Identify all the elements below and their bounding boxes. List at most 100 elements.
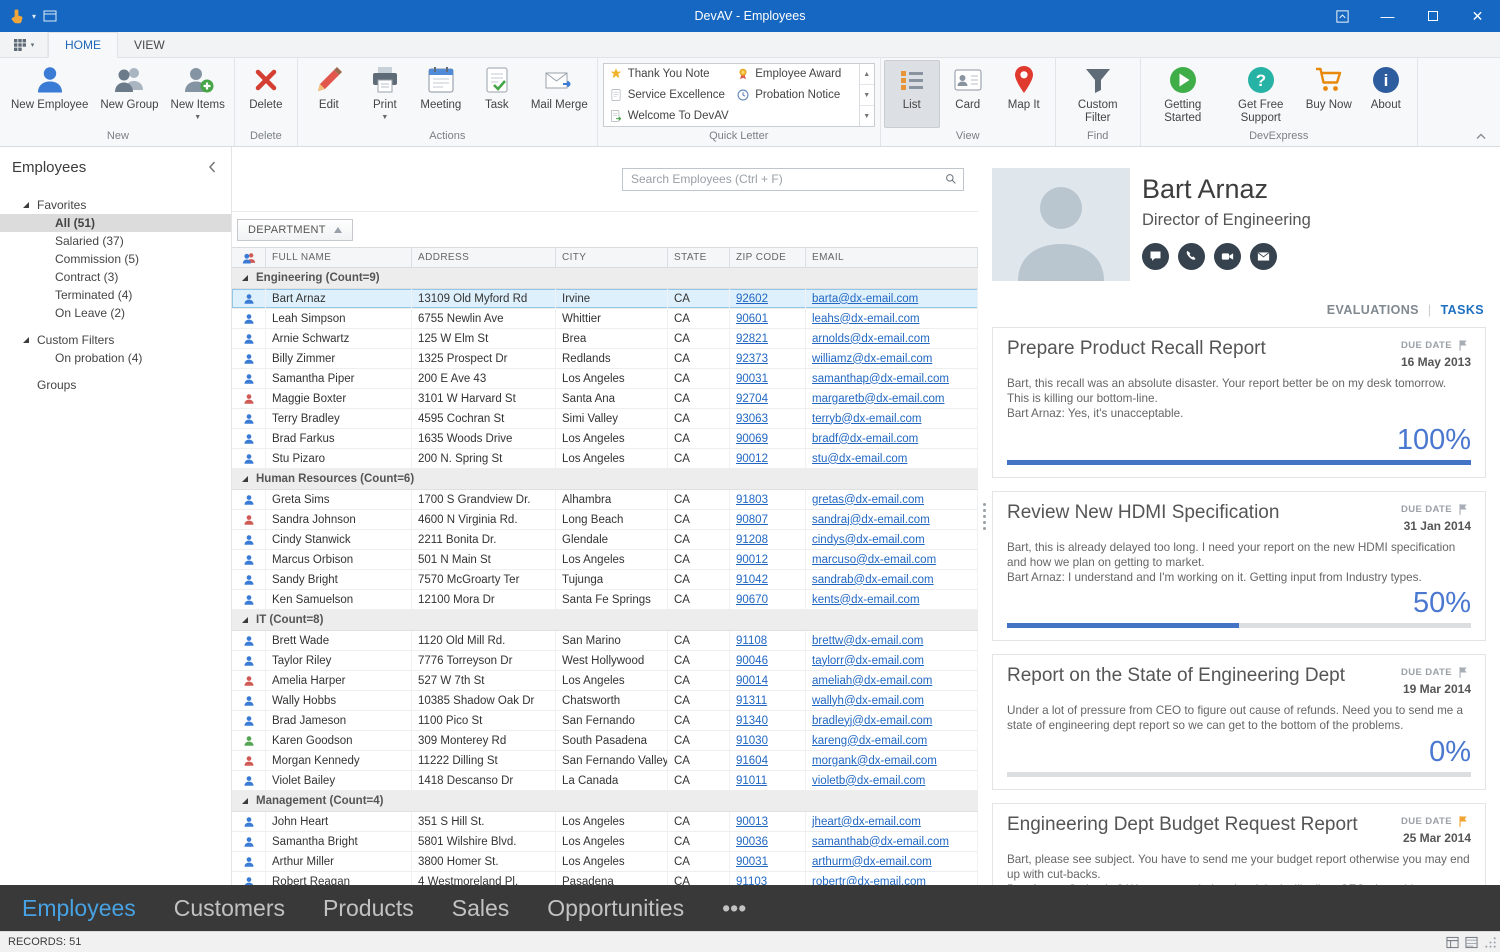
zip-link[interactable]: 90601: [736, 313, 768, 325]
nav-products[interactable]: Products: [323, 895, 414, 922]
employee-row-bart-arnaz[interactable]: Bart Arnaz13109 Old Myford RdIrvineCA926…: [232, 289, 978, 309]
zip-link[interactable]: 92373: [736, 353, 768, 365]
ribbon-tab-view[interactable]: VIEW: [118, 32, 181, 57]
column-header-state[interactable]: STATE: [668, 248, 730, 267]
employee-row-brad-jameson[interactable]: Brad Jameson1100 Pico StSan FernandoCA91…: [232, 711, 978, 731]
column-header-email[interactable]: EMAIL: [806, 248, 978, 267]
ribbon-button-about[interactable]: iAbout: [1358, 60, 1414, 128]
column-header-full-name[interactable]: FULL NAME: [266, 248, 412, 267]
video-call-button[interactable]: [1214, 243, 1241, 270]
zip-link[interactable]: 90031: [736, 373, 768, 385]
zip-link[interactable]: 92602: [736, 293, 768, 305]
email-link[interactable]: kareng@dx-email.com: [812, 735, 927, 747]
email-link[interactable]: bradleyj@dx-email.com: [812, 715, 932, 727]
maximize-button[interactable]: [1410, 0, 1455, 32]
ribbon-tab-home[interactable]: HOME: [48, 32, 118, 58]
column-header-city[interactable]: CITY: [556, 248, 668, 267]
ribbon-button-task[interactable]: Task: [469, 60, 525, 128]
email-button[interactable]: [1250, 243, 1277, 270]
employee-row-brett-wade[interactable]: Brett Wade1120 Old Mill Rd.San MarinoCA9…: [232, 631, 978, 651]
zip-link[interactable]: 91030: [736, 735, 768, 747]
email-link[interactable]: stu@dx-email.com: [812, 453, 907, 465]
zip-link[interactable]: 91103: [736, 876, 767, 886]
detail-tab-evaluations[interactable]: EVALUATIONS: [1327, 303, 1419, 317]
group-row-engineering-count-9[interactable]: Engineering (Count=9): [232, 268, 978, 289]
quick-letter-employee-award[interactable]: Employee Award: [731, 64, 859, 85]
zip-link[interactable]: 91108: [736, 635, 767, 647]
nav-sales[interactable]: Sales: [452, 895, 510, 922]
ribbon-button-new-group[interactable]: New Group: [94, 60, 164, 128]
employee-row-billy-zimmer[interactable]: Billy Zimmer1325 Prospect DrRedlandsCA92…: [232, 349, 978, 369]
group-row-it-count-8[interactable]: IT (Count=8): [232, 610, 978, 631]
email-link[interactable]: ameliah@dx-email.com: [812, 675, 932, 687]
employee-row-maggie-boxter[interactable]: Maggie Boxter3101 W Harvard StSanta AnaC…: [232, 389, 978, 409]
tree-item-all-51[interactable]: All (51): [0, 214, 231, 232]
search-button[interactable]: [939, 169, 963, 190]
group-by-department-button[interactable]: DEPARTMENT: [237, 219, 353, 241]
employee-row-sandra-johnson[interactable]: Sandra Johnson4600 N Virginia Rd.Long Be…: [232, 510, 978, 530]
email-link[interactable]: samanthap@dx-email.com: [812, 373, 949, 385]
ribbon-button-meeting[interactable]: Meeting: [413, 60, 469, 128]
email-link[interactable]: arnolds@dx-email.com: [812, 333, 930, 345]
ribbon-button-edit[interactable]: Edit: [301, 60, 357, 128]
employee-row-samantha-piper[interactable]: Samantha Piper200 E Ave 43Los AngelesCA9…: [232, 369, 978, 389]
email-link[interactable]: gretas@dx-email.com: [812, 494, 924, 506]
column-header-employee-icon[interactable]: [232, 248, 266, 267]
ribbon-button-getting-started[interactable]: Getting Started: [1144, 60, 1222, 128]
zip-link[interactable]: 91042: [736, 574, 768, 586]
zip-link[interactable]: 91208: [736, 534, 768, 546]
zip-link[interactable]: 91604: [736, 755, 768, 767]
task-card-prepare-product-recall-report[interactable]: Prepare Product Recall ReportDUE DATE16 …: [992, 327, 1486, 478]
zip-link[interactable]: 90013: [736, 816, 768, 828]
nav-customers[interactable]: Customers: [174, 895, 285, 922]
ribbon-button-delete[interactable]: Delete: [238, 60, 294, 128]
employee-row-arthur-miller[interactable]: Arthur Miller3800 Homer St.Los AngelesCA…: [232, 852, 978, 872]
app-logo-icon[interactable]: [9, 8, 25, 24]
email-link[interactable]: marcuso@dx-email.com: [812, 554, 936, 566]
detail-tab-tasks[interactable]: TASKS: [1441, 303, 1484, 317]
gallery-down-button[interactable]: ▼: [860, 85, 874, 106]
email-link[interactable]: bradf@dx-email.com: [812, 433, 918, 445]
email-link[interactable]: arthurm@dx-email.com: [812, 856, 932, 868]
email-link[interactable]: leahs@dx-email.com: [812, 313, 920, 325]
email-link[interactable]: samanthab@dx-email.com: [812, 836, 949, 848]
employee-row-taylor-riley[interactable]: Taylor Riley7776 Torreyson DrWest Hollyw…: [232, 651, 978, 671]
email-link[interactable]: morgank@dx-email.com: [812, 755, 937, 767]
employee-row-cindy-stanwick[interactable]: Cindy Stanwick2211 Bonita Dr.GlendaleCA9…: [232, 530, 978, 550]
zip-link[interactable]: 90031: [736, 856, 768, 868]
application-menu-button[interactable]: ▾: [0, 32, 48, 57]
resize-grip-icon[interactable]: [1484, 936, 1497, 949]
zip-link[interactable]: 91340: [736, 715, 768, 727]
ribbon-button-map-it[interactable]: Map It: [996, 60, 1052, 128]
zip-link[interactable]: 90046: [736, 655, 768, 667]
panel-splitter[interactable]: [978, 147, 990, 885]
group-row-management-count-4[interactable]: Management (Count=4): [232, 791, 978, 812]
email-link[interactable]: kents@dx-email.com: [812, 594, 920, 606]
zip-link[interactable]: 90670: [736, 594, 768, 606]
employee-row-wally-hobbs[interactable]: Wally Hobbs10385 Shadow Oak DrChatsworth…: [232, 691, 978, 711]
tree-node-groups[interactable]: Groups: [0, 375, 231, 394]
tree-item-terminated-4[interactable]: Terminated (4): [0, 286, 231, 304]
task-card-review-new-hdmi-specification[interactable]: Review New HDMI SpecificationDUE DATE31 …: [992, 491, 1486, 642]
email-link[interactable]: cindys@dx-email.com: [812, 534, 925, 546]
nav-opportunities[interactable]: Opportunities: [547, 895, 684, 922]
zip-link[interactable]: 92821: [736, 333, 768, 345]
chat-button[interactable]: [1142, 243, 1169, 270]
employee-row-leah-simpson[interactable]: Leah Simpson6755 Newlin AveWhittierCA906…: [232, 309, 978, 329]
ribbon-button-card[interactable]: Card: [940, 60, 996, 128]
zip-link[interactable]: 91311: [736, 695, 767, 707]
tree-node-favorites[interactable]: Favorites: [0, 195, 231, 214]
ribbon-button-mail-merge[interactable]: Mail Merge: [525, 60, 594, 128]
nav-more[interactable]: •••: [722, 895, 746, 922]
group-row-human-resources-count-6[interactable]: Human Resources (Count=6): [232, 469, 978, 490]
column-header-zip-code[interactable]: ZIP CODE: [730, 248, 806, 267]
employee-row-greta-sims[interactable]: Greta Sims1700 S Grandview Dr.AlhambraCA…: [232, 490, 978, 510]
email-link[interactable]: wallyh@dx-email.com: [812, 695, 924, 707]
gallery-up-button[interactable]: ▲: [860, 64, 874, 85]
ribbon-button-list[interactable]: List: [884, 60, 940, 128]
customize-toolbar-icon[interactable]: [43, 10, 57, 22]
email-link[interactable]: brettw@dx-email.com: [812, 635, 923, 647]
close-button[interactable]: ✕: [1455, 0, 1500, 32]
email-link[interactable]: sandraj@dx-email.com: [812, 514, 930, 526]
employee-row-john-heart[interactable]: John Heart351 S Hill St.Los AngelesCA900…: [232, 812, 978, 832]
